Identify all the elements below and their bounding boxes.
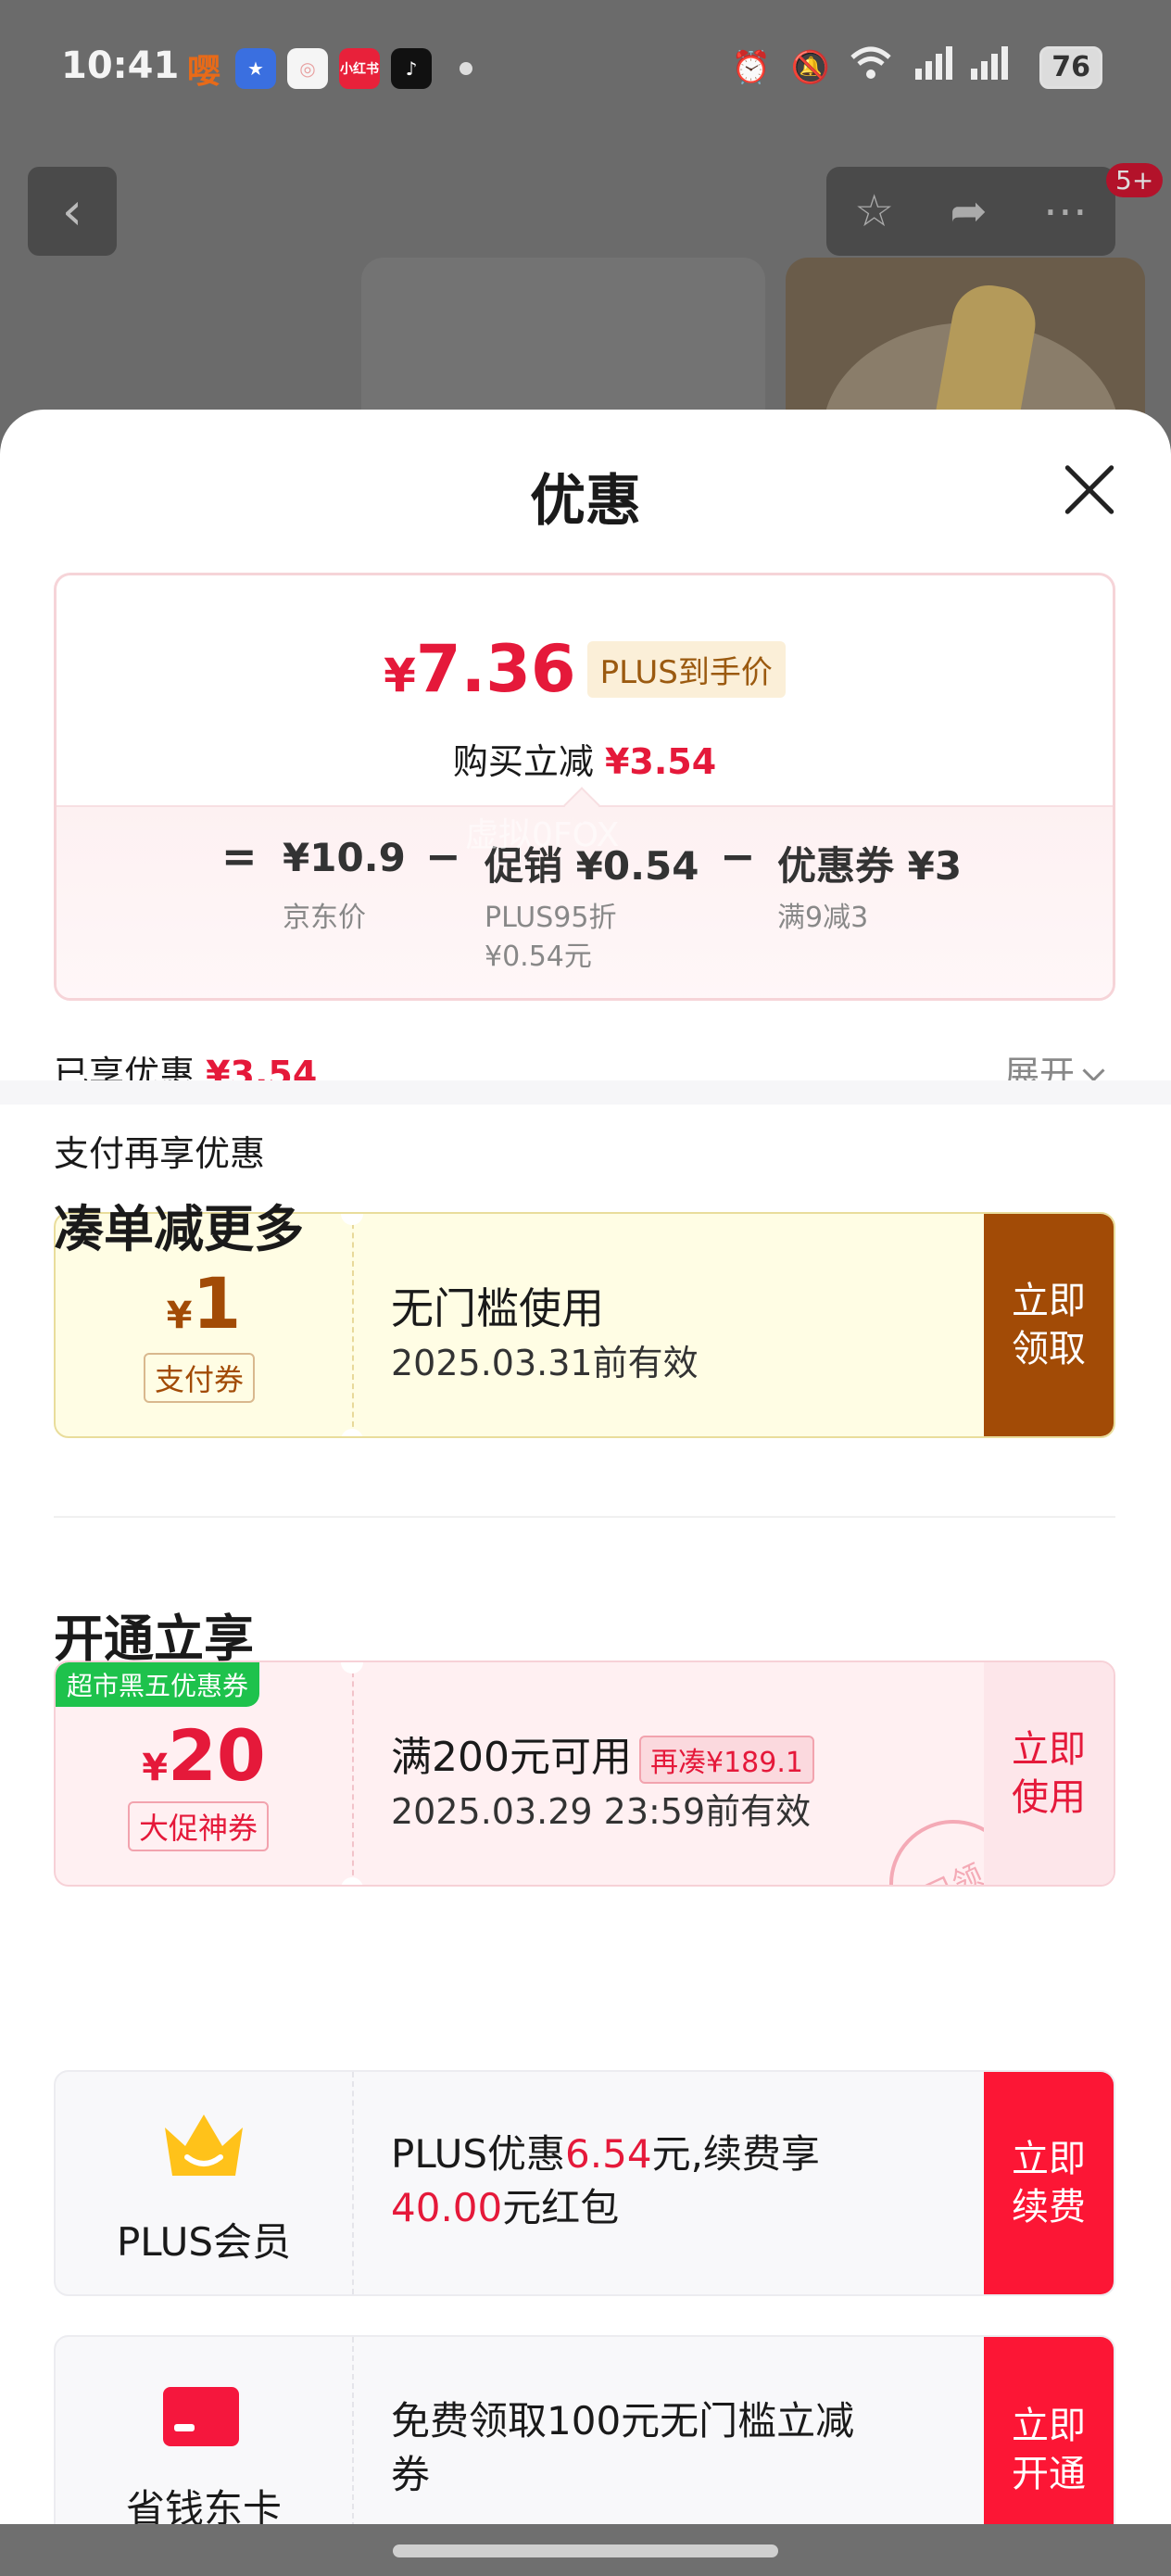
- use-button[interactable]: 立即 使用: [984, 1662, 1114, 1885]
- renew-button[interactable]: 立即 续费: [984, 2072, 1114, 2294]
- top-actions-bar: ☆ ➦ ⋯: [826, 167, 1115, 256]
- more-section-title: 凑单减更多: [54, 1200, 304, 1258]
- status-bar: 10:41 嘤 ★ ◎ 小红书 ♪ ⏰ 🔕 76: [0, 0, 1171, 139]
- section-separator: [0, 1080, 1171, 1105]
- promo-coupon-title: 满200元可用 再凑¥189.1: [391, 1724, 814, 1784]
- minus-sign: −: [425, 831, 461, 881]
- base-price: ¥10.9: [283, 835, 406, 880]
- discount-sheet: 优惠 ¥7.36 PLUS到手价 购买立减 ¥3.54 = ¥10.9 京东价 −…: [0, 410, 1171, 2576]
- xiaohongshu-icon: 小红书: [339, 48, 380, 89]
- crown-icon: [159, 2109, 248, 2185]
- base-price-label: 京东价: [283, 902, 366, 934]
- open-section-title: 开通立享: [54, 1610, 254, 1668]
- equals-sign: =: [221, 831, 258, 881]
- alarm-icon: ⏰: [731, 48, 771, 86]
- gesture-bar: [0, 2524, 1171, 2576]
- coupon-divider: [352, 1214, 354, 1436]
- more-icon[interactable]: ⋯: [1043, 185, 1088, 237]
- status-app-icons: 嘤 ★ ◎ 小红书 ♪: [183, 48, 472, 91]
- card-icon: [161, 2385, 241, 2452]
- back-button[interactable]: ‹: [28, 167, 117, 256]
- favorite-star-icon[interactable]: ☆: [854, 185, 894, 237]
- sheet-title: 优惠: [530, 469, 641, 534]
- pay-coupon-amount: ¥1: [166, 1262, 242, 1345]
- savings-card-desc: 免费领取100元无门槛立减券: [391, 2398, 855, 2497]
- card-divider: [352, 2072, 354, 2294]
- promo-coupon-tag: 大促神券: [128, 1801, 270, 1851]
- app-2-icon: ★: [235, 48, 276, 89]
- app-1-icon: 嘤: [186, 53, 220, 91]
- wifi-icon: [850, 46, 891, 88]
- plus-member-card: PLUS会员 PLUS优惠6.54元,续费享 40.00元红包 立即 续费: [54, 2070, 1115, 2296]
- coupon-divider: [352, 1662, 354, 1885]
- final-price: ¥7.36: [384, 631, 576, 707]
- tiktok-icon: ♪: [391, 48, 432, 89]
- coupon-price: 优惠券 ¥3: [777, 843, 963, 889]
- price-summary-card: ¥7.36 PLUS到手价 购买立减 ¥3.54 = ¥10.9 京东价 − 促销…: [54, 573, 1115, 1001]
- plus-member-name: PLUS会员: [116, 2219, 292, 2265]
- pay-coupon-title: 无门槛使用: [391, 1283, 604, 1333]
- pay-coupon-validity: 2025.03.31前有效: [391, 1343, 699, 1383]
- promo-coupon-validity: 2025.03.29 23:59前有效: [391, 1791, 812, 1832]
- share-icon[interactable]: ➦: [950, 185, 987, 237]
- battery-indicator: 76: [1039, 45, 1102, 89]
- promo-label: PLUS95折: [485, 902, 617, 934]
- status-time: 10:41: [61, 44, 180, 87]
- signal-icon: [912, 44, 1019, 90]
- promo-coupon-amount: ¥20: [142, 1714, 266, 1797]
- minus-sign: −: [720, 831, 756, 881]
- pay-coupon-tag: 支付券: [144, 1353, 256, 1403]
- divider-line: [54, 1516, 1115, 1518]
- plus-member-desc: PLUS优惠6.54元,续费享 40.00元红包: [391, 2131, 820, 2230]
- status-right-icons: ⏰ 🔕 76: [732, 44, 1102, 90]
- message-badge: 5+: [1106, 163, 1164, 197]
- add-more-tag: 再凑¥189.1: [638, 1736, 814, 1784]
- instant-savings: 购买立减 ¥3.54: [452, 741, 717, 782]
- mute-icon: 🔕: [790, 48, 831, 86]
- notification-dot: [460, 62, 472, 75]
- close-icon[interactable]: [1062, 461, 1117, 517]
- watermark-text: 虚拟0FOX: [465, 816, 620, 854]
- promo-coupon: 超市黑五优惠券 ¥20 大促神券 满200元可用 再凑¥189.1 2025.03…: [54, 1661, 1115, 1887]
- chevron-down-icon: [1082, 1059, 1105, 1082]
- claim-button[interactable]: 立即 领取: [984, 1214, 1114, 1436]
- coupon-label: 满9减3: [777, 902, 869, 934]
- plus-price-tag: PLUS到手价: [586, 640, 786, 698]
- app-3-icon: ◎: [287, 48, 328, 89]
- chevron-left-icon: ‹: [61, 181, 83, 242]
- home-indicator[interactable]: [393, 2544, 778, 2557]
- pay-section-label: 支付再享优惠: [54, 1133, 266, 1174]
- promo-amount-label: ¥0.54元: [485, 941, 592, 973]
